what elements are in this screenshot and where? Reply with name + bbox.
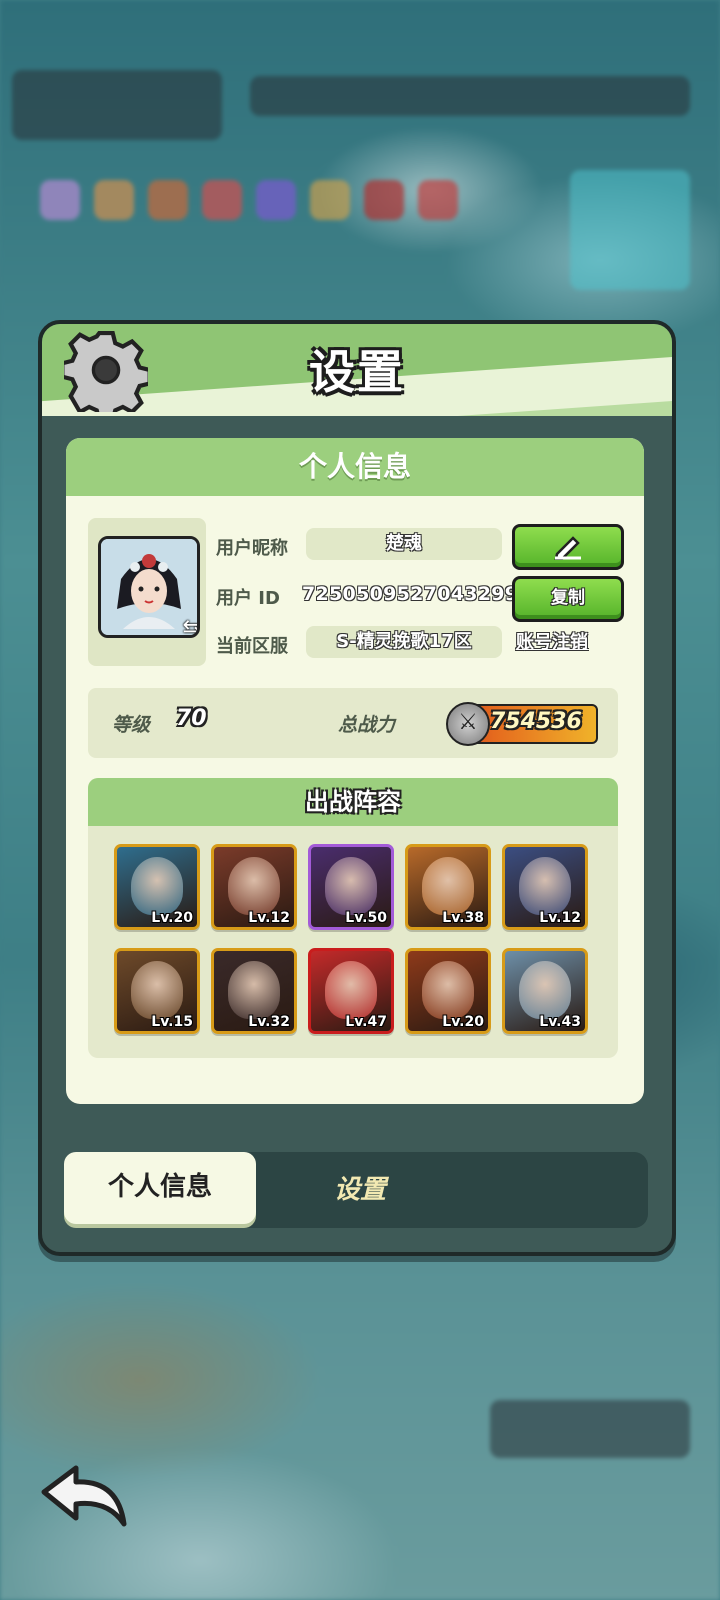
settings-panel: 设置 个人信息 ⇆ 用户昵称 楚魂: [38, 320, 676, 1256]
level-label: 等级: [112, 714, 151, 736]
avatar[interactable]: ⇆: [98, 536, 200, 638]
hero-slot[interactable]: Lv.20: [114, 844, 200, 930]
hero-slot[interactable]: Lv.38: [405, 844, 491, 930]
bg-icon: [148, 180, 188, 220]
tab-settings[interactable]: 设置: [334, 1152, 454, 1228]
hero-level: Lv.38: [442, 910, 484, 926]
hero-level: Lv.15: [151, 1014, 193, 1030]
bg-icon: [418, 180, 458, 220]
hero-slot[interactable]: Lv.20: [405, 948, 491, 1034]
hero-level: Lv.50: [345, 910, 387, 926]
hero-slot[interactable]: Lv.12: [211, 844, 297, 930]
server-label: 当前区服: [216, 636, 288, 657]
bg-event-icon: [570, 170, 690, 290]
pencil-icon: [554, 536, 581, 561]
bg-icon: [94, 180, 134, 220]
uid-label: 用户 ID: [216, 588, 280, 609]
back-arrow-icon[interactable]: [38, 1462, 130, 1530]
hero-portrait: [325, 857, 377, 915]
stats-row: 等级 70 总战力 ⚔ 754536: [88, 688, 618, 758]
hero-portrait: [228, 961, 280, 1019]
lineup-title: 出战阵容: [88, 778, 618, 826]
bg-currency-bar: [250, 76, 690, 116]
hero-slot[interactable]: Lv.50: [308, 844, 394, 930]
power-badge: ⚔ 754536: [446, 702, 598, 746]
battle-lineup: 出战阵容 Lv.20 Lv.12 Lv.50 Lv.38 Lv.12 Lv.15 Lv.32…: [88, 778, 618, 1058]
hero-slot[interactable]: Lv.32: [211, 948, 297, 1034]
hero-slot[interactable]: Lv.12: [502, 844, 588, 930]
swap-icon[interactable]: ⇆: [183, 616, 197, 635]
uid-value: 725050952704329​93: [302, 583, 532, 605]
hero-level: Lv.12: [539, 910, 581, 926]
panel-header: 设置: [42, 324, 672, 416]
power-label: 总战力: [338, 714, 396, 736]
bg-icon: [364, 180, 404, 220]
nickname-label: 用户昵称: [216, 538, 288, 559]
hero-level: Lv.43: [539, 1014, 581, 1030]
hero-portrait: [131, 857, 183, 915]
panel-title: 设置: [309, 345, 405, 399]
hero-portrait: [325, 961, 377, 1019]
bg-notice: [490, 1400, 690, 1458]
tab-bar: 个人信息 设置: [64, 1152, 648, 1228]
avatar-frame[interactable]: ⇆: [88, 518, 206, 666]
edit-nickname-button[interactable]: [512, 524, 624, 570]
power-value: 754536: [490, 709, 582, 734]
hero-level: Lv.12: [248, 910, 290, 926]
hero-portrait: [519, 857, 571, 915]
hero-slot[interactable]: Lv.47: [308, 948, 394, 1034]
hero-level: Lv.20: [442, 1014, 484, 1030]
hero-level: Lv.20: [151, 910, 193, 926]
hero-slot[interactable]: Lv.43: [502, 948, 588, 1034]
profile-card: 个人信息 ⇆ 用户昵称 楚魂: [66, 438, 644, 1104]
bg-icon: [310, 180, 350, 220]
hero-level: Lv.47: [345, 1014, 387, 1030]
hero-level: Lv.32: [248, 1014, 290, 1030]
bg-icon: [202, 180, 242, 220]
bg-player-bar: [12, 70, 222, 140]
hero-slot[interactable]: Lv.15: [114, 948, 200, 1034]
hero-portrait: [228, 857, 280, 915]
level-value: 70: [176, 706, 207, 731]
nickname-value: 楚魂: [306, 528, 502, 560]
copy-button[interactable]: 复制: [512, 576, 624, 622]
hero-portrait: [131, 961, 183, 1019]
bg-icon: [40, 180, 80, 220]
hero-portrait: [519, 961, 571, 1019]
hero-portrait: [422, 857, 474, 915]
bg-icon: [256, 180, 296, 220]
hero-portrait: [422, 961, 474, 1019]
tab-profile[interactable]: 个人信息: [64, 1152, 256, 1224]
server-value: S-精灵挽歌17区: [306, 626, 502, 658]
deregister-link[interactable]: 账号注销: [516, 628, 588, 654]
crossed-swords-icon: ⚔: [446, 702, 490, 746]
section-title: 个人信息: [66, 438, 644, 496]
